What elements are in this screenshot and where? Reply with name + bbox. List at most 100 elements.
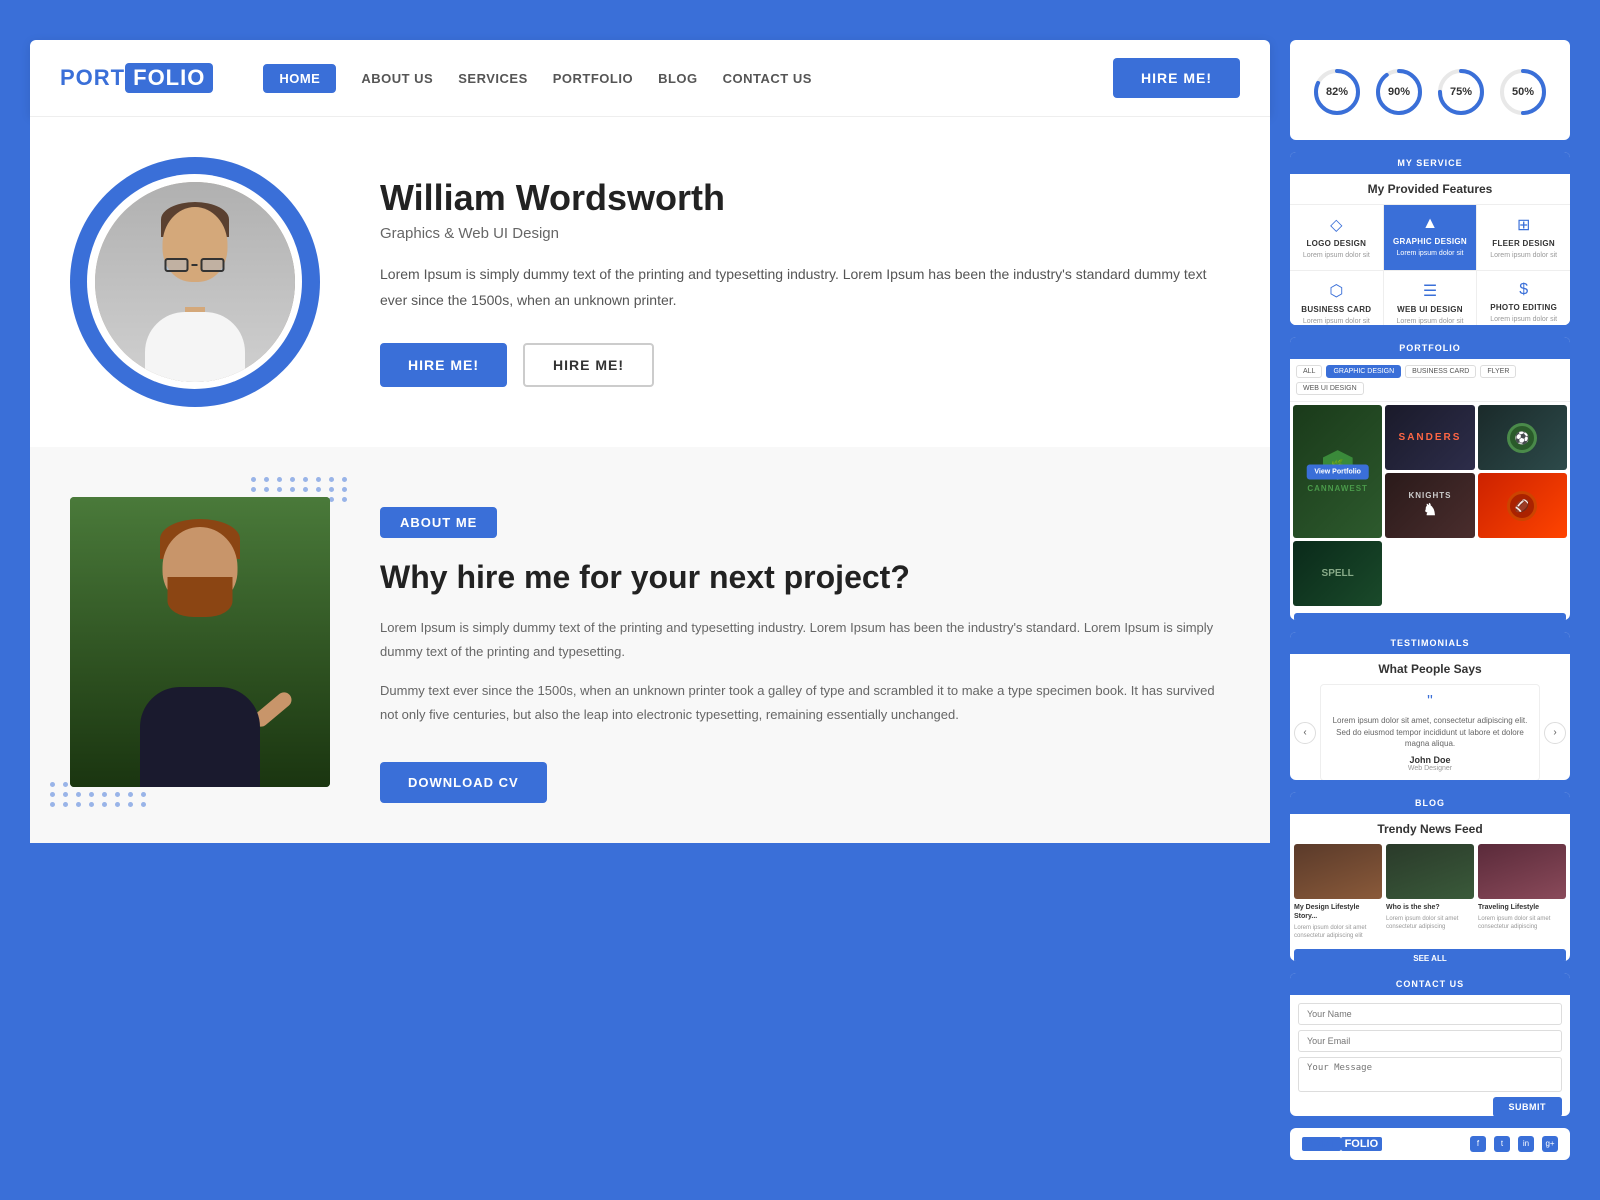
dot [102,792,107,797]
blog-thumb-2 [1386,844,1474,899]
contact-submit-button[interactable]: SUBMIT [1493,1097,1563,1116]
filter-graphic-design[interactable]: GRAPHIC DESIGN [1326,365,1401,378]
hire-me-nav-button[interactable]: HIRE ME! [1113,58,1240,98]
testimonials-title: What People Says [1290,654,1570,684]
dot [290,477,295,482]
portfolio-item-knights[interactable]: KNIGHTS ♞ [1385,473,1474,538]
circle-text-75: 75% [1450,86,1472,98]
service-name: BUSINESS CARD [1296,305,1377,314]
skill-circle-50: 50% [1497,66,1549,118]
testimonial-next-button[interactable]: › [1544,722,1566,744]
portfolio-item-cannawest[interactable]: 🌿 CANNAWEST View Portfolio [1293,405,1382,538]
hero-avatar [70,157,320,407]
googleplus-icon[interactable]: g+ [1542,1136,1558,1152]
circle-text-90: 90% [1388,86,1410,98]
dot [316,487,321,492]
contact-name-input[interactable] [1298,1003,1562,1025]
circle-text-82: 82% [1326,86,1348,98]
blog-title-3: Traveling Lifestyle [1478,903,1566,912]
blog-desc-2: Lorem ipsum dolor sit amet consectetur a… [1386,916,1474,932]
avatar-illustration [95,182,295,382]
hero-content: William Wordsworth Graphics & Web UI Des… [380,177,1210,386]
blog-see-all-button[interactable]: SEE ALL [1294,949,1566,961]
testimonial-text: Lorem ipsum dolor sit amet, consectetur … [1329,715,1531,749]
dot [63,782,68,787]
hire-me-primary-button[interactable]: HIRE ME! [380,343,507,387]
circle-container: 75% [1435,66,1487,118]
nav-item-contact[interactable]: CONTACT US [723,71,812,86]
blog-grid: My Design Lifestyle Story... Lorem ipsum… [1290,840,1570,945]
filter-business-card[interactable]: BUSINESS CARD [1405,365,1476,378]
facebook-icon[interactable]: f [1470,1136,1486,1152]
nav-item-home[interactable]: HOME [263,64,336,93]
services-title: My Provided Features [1290,174,1570,205]
about-desc-1: Lorem Ipsum is simply dummy text of the … [380,616,1230,663]
filter-web-ui[interactable]: WEB UI DESIGN [1296,382,1364,395]
portfolio-item-sanders[interactable]: SANDERS [1385,405,1474,470]
contact-form: SUBMIT [1290,995,1570,1116]
service-name: WEB UI DESIGN [1390,305,1471,314]
dot [115,792,120,797]
services-header: MY SERVICE [1290,152,1570,174]
about-content: ABOUT ME Why hire me for your next proje… [380,497,1230,803]
download-cv-button[interactable]: DOWNLOAD CV [380,762,547,803]
service-business-card: ⬡ BUSINESS CARD Lorem ipsum dolor sit [1290,271,1383,325]
blog-item-3: Traveling Lifestyle Lorem ipsum dolor si… [1478,844,1566,941]
twitter-icon[interactable]: t [1494,1136,1510,1152]
blog-thumb-1 [1294,844,1382,899]
blog-desc-1: Lorem ipsum dolor sit amet consectetur a… [1294,925,1382,941]
dot [303,477,308,482]
dot [342,477,347,482]
service-desc: Lorem ipsum dolor sit [1390,249,1471,258]
portfolio-item-soccer[interactable]: ⚽ [1478,405,1567,470]
nav-item-portfolio[interactable]: PORTFOLIO [553,71,633,86]
flyer-design-icon: ⊞ [1483,215,1564,235]
view-portfolio-button[interactable]: View Portfolio [1306,464,1369,479]
about-desc-2: Dummy text ever since the 1500s, when an… [380,679,1230,726]
glass-right [201,258,225,272]
contact-message-input[interactable] [1298,1057,1562,1092]
dot [277,477,282,482]
dot [128,802,133,807]
man-body [145,312,245,382]
portfolio-item-dark[interactable]: SPELL [1293,541,1382,606]
dark-logo: SPELL [1293,541,1382,606]
circle-container: 82% [1311,66,1363,118]
blog-card: BLOG Trendy News Feed My Design Lifestyl… [1290,792,1570,961]
service-desc: Lorem ipsum dolor sit [1390,317,1471,325]
service-desc: Lorem ipsum dolor sit [1296,251,1377,260]
skills-circles: 82% 90% [1306,56,1554,128]
contact-card: CONTACT US SUBMIT [1290,973,1570,1116]
nav-item-about[interactable]: ABOUT US [361,71,433,86]
hire-me-secondary-button[interactable]: HIRE ME! [523,343,654,387]
filter-flyer[interactable]: FLYER [1480,365,1516,378]
logo-design-icon: ◇ [1296,215,1377,235]
about-me-badge: ABOUT ME [380,507,497,538]
blog-header: BLOG [1290,792,1570,814]
dot [303,487,308,492]
man2-beard [168,577,233,617]
nav-item-blog[interactable]: BLOG [658,71,698,86]
linkedin-icon[interactable]: in [1518,1136,1534,1152]
dot [290,487,295,492]
filter-all[interactable]: ALL [1296,365,1322,378]
testimonial-content: " Lorem ipsum dolor sit amet, consectetu… [1320,684,1540,779]
hero-name: William Wordsworth [380,177,1210,219]
portfolio-item-football[interactable]: 🏈 [1478,473,1567,538]
service-web-ui: ☰ WEB UI DESIGN Lorem ipsum dolor sit [1384,271,1477,325]
blog-title-1: My Design Lifestyle Story... [1294,903,1382,921]
avatar-inner-circle [87,174,302,389]
dot [342,497,347,502]
nav-item-services[interactable]: SERVICES [458,71,528,86]
dot [342,487,347,492]
portfolio-see-all-button[interactable]: SEE ALL [1294,613,1566,620]
testimonial-prev-button[interactable]: ‹ [1294,722,1316,744]
graphic-design-icon: ▲ [1390,215,1471,233]
about-section: ABOUT ME Why hire me for your next proje… [30,447,1270,843]
about-photo [70,497,330,787]
dot [50,782,55,787]
contact-email-input[interactable] [1298,1030,1562,1052]
dot [251,487,256,492]
logo-folio: FOLIO [125,63,213,93]
dot [89,792,94,797]
